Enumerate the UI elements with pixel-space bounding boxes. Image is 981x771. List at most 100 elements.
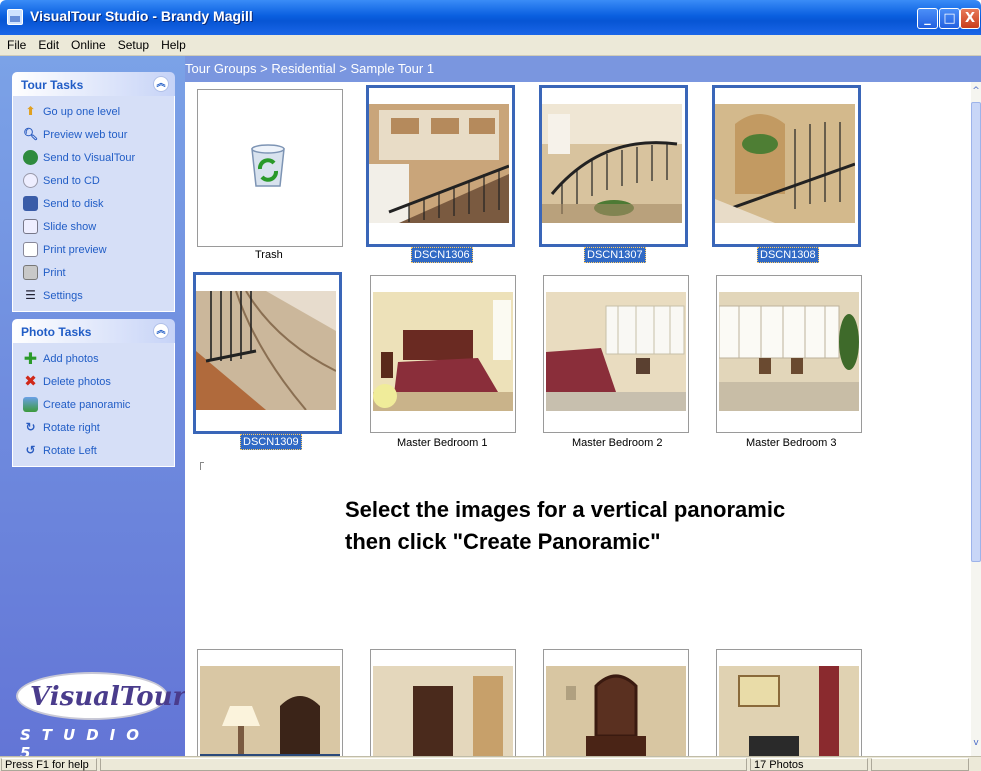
thumbnail-label: Master Bedroom 2 xyxy=(572,437,663,449)
folder-up-icon: ⬆ xyxy=(25,104,36,118)
task-send-to-cd[interactable]: Send to CD xyxy=(23,169,174,192)
app-icon[interactable] xyxy=(7,9,23,25)
menu-edit[interactable]: Edit xyxy=(31,35,64,52)
photo-tasks-title: Photo Tasks xyxy=(21,325,92,339)
minimize-button[interactable]: _ xyxy=(917,8,938,29)
task-send-to-visualtour[interactable]: Send to VisualTour xyxy=(23,146,174,169)
thumbnail-master-bedroom-1[interactable] xyxy=(370,275,516,433)
scrollbar-thumb[interactable] xyxy=(971,102,981,562)
task-create-panoramic[interactable]: Create panoramic xyxy=(23,393,174,416)
task-print-preview[interactable]: Print preview xyxy=(23,238,174,261)
collapse-icon[interactable]: ︽ xyxy=(153,323,169,339)
photo-master-bedroom-2 xyxy=(546,292,686,411)
task-print[interactable]: Print xyxy=(23,261,174,284)
globe-icon xyxy=(23,150,38,165)
photo-bedroom-tv xyxy=(719,666,859,756)
instruction-text: Select the images for a vertical panoram… xyxy=(345,494,785,558)
menu-bar: File Edit Online Setup Help xyxy=(0,35,981,56)
thumbnail-label: DSCN1308 xyxy=(757,247,819,263)
thumbnail-label: Trash xyxy=(255,249,283,261)
menu-file[interactable]: File xyxy=(0,35,31,52)
task-delete-photos[interactable]: ✖ Delete photos xyxy=(23,370,174,393)
thumbnail-bedroom-lamp[interactable] xyxy=(197,649,343,756)
task-label: Send to CD xyxy=(43,174,100,187)
thumbnail-bedroom-tv[interactable] xyxy=(716,649,862,756)
print-preview-icon xyxy=(23,242,38,257)
scroll-up-arrow-icon[interactable]: ^ xyxy=(971,86,981,100)
breadcrumb-text: Tour Groups > Residential > Sample Tour … xyxy=(185,61,435,76)
task-preview-web-tour[interactable]: 🔍︎ Preview web tour xyxy=(23,123,174,146)
vertical-scrollbar[interactable]: ^ v xyxy=(971,82,981,756)
tour-tasks-title: Tour Tasks xyxy=(21,78,84,92)
photo-master-bedroom-1 xyxy=(373,292,513,411)
task-rotate-left[interactable]: ↺ Rotate Left xyxy=(23,439,174,462)
task-label: Send to disk xyxy=(43,197,104,210)
task-label: Settings xyxy=(43,289,83,302)
task-rotate-right[interactable]: ↻ Rotate right xyxy=(23,416,174,439)
settings-list-icon: ☰ xyxy=(25,288,36,302)
instruction-line-2: then click "Create Panoramic" xyxy=(345,529,661,554)
thumbnail-bedroom-dresser[interactable] xyxy=(543,649,689,756)
photo-marble-steps xyxy=(196,291,336,410)
cd-icon xyxy=(23,173,38,188)
instruction-line-1: Select the images for a vertical panoram… xyxy=(345,497,786,522)
thumbnail-label: DSCN1307 xyxy=(584,247,646,263)
menu-online[interactable]: Online xyxy=(64,35,111,52)
plus-icon: ✚ xyxy=(23,349,38,368)
thumbnail-dscn1307[interactable] xyxy=(539,85,688,247)
task-settings[interactable]: ☰ Settings xyxy=(23,284,174,307)
thumbnail-label: Master Bedroom 3 xyxy=(746,437,837,449)
task-go-up[interactable]: ⬆ Go up one level xyxy=(23,100,174,123)
status-help-text: Press F1 for help xyxy=(1,758,97,771)
maximize-button[interactable]: □ xyxy=(939,8,960,29)
photo-bedroom-armoire xyxy=(373,666,513,756)
photo-curved-staircase xyxy=(542,104,682,223)
visualtour-logo: VisualTour STUDIO 5 xyxy=(16,672,186,762)
status-extra-pane xyxy=(871,758,969,771)
close-button[interactable]: X xyxy=(960,8,980,29)
task-slide-show[interactable]: Slide show xyxy=(23,215,174,238)
thumbnail-label: DSCN1309 xyxy=(240,434,302,450)
task-label: Go up one level xyxy=(43,105,121,118)
task-label: Send to VisualTour xyxy=(43,151,136,164)
photo-tasks-panel: Photo Tasks ︽ ✚ Add photos ✖ Delete photos… xyxy=(12,319,175,467)
thumbnail-dscn1308[interactable] xyxy=(712,85,861,247)
task-label: Rotate Left xyxy=(43,444,97,457)
task-label: Create panoramic xyxy=(43,398,131,411)
thumbnail-bedroom-armoire[interactable] xyxy=(370,649,516,756)
printer-icon xyxy=(23,265,38,280)
thumbnail-dscn1306[interactable] xyxy=(366,85,515,247)
photo-tasks-header[interactable]: Photo Tasks ︽ xyxy=(12,319,175,343)
title-bar[interactable]: VisualTour Studio - Brandy Magill _ □ X xyxy=(0,0,981,35)
task-send-to-disk[interactable]: Send to disk xyxy=(23,192,174,215)
photo-grid: Trash DSCN1306 DSCN1307 DSCN1308 DSCN130… xyxy=(185,82,971,756)
collapse-icon[interactable]: ︽ xyxy=(153,76,169,92)
tour-tasks-header[interactable]: Tour Tasks ︽ xyxy=(12,72,175,96)
thumbnail-dscn1309[interactable] xyxy=(193,272,342,434)
rotate-left-icon: ↺ xyxy=(25,443,36,457)
floppy-disk-icon xyxy=(23,196,38,211)
task-add-photos[interactable]: ✚ Add photos xyxy=(23,347,174,370)
task-sidebar: Tour Tasks ︽ ⬆ Go up one level 🔍︎ Preview … xyxy=(0,56,186,762)
task-label: Add photos xyxy=(43,352,99,365)
recycle-bin-icon xyxy=(251,144,285,187)
photo-master-bedroom-3 xyxy=(719,292,859,411)
thumbnail-master-bedroom-2[interactable] xyxy=(543,275,689,433)
magnifier-icon: 🔍︎ xyxy=(23,127,39,141)
thumbnail-label: DSCN1306 xyxy=(411,247,473,263)
breadcrumb[interactable]: Tour Groups > Residential > Sample Tour … xyxy=(185,56,981,82)
task-label: Preview web tour xyxy=(43,128,128,141)
status-bar: Press F1 for help 17 Photos xyxy=(0,756,981,771)
task-label: Print xyxy=(43,266,66,279)
scroll-down-arrow-icon[interactable]: v xyxy=(971,738,981,752)
visualtour-window: VisualTour Studio - Brandy Magill _ □ X … xyxy=(0,0,981,771)
task-label: Slide show xyxy=(43,220,97,233)
task-label: Delete photos xyxy=(43,375,111,388)
thumbnail-master-bedroom-3[interactable] xyxy=(716,275,862,433)
photo-bedroom-dresser xyxy=(546,666,686,756)
menu-setup[interactable]: Setup xyxy=(111,35,154,52)
photo-bedroom-lamp xyxy=(200,666,340,756)
monitor-icon xyxy=(23,219,38,234)
menu-help[interactable]: Help xyxy=(154,35,191,52)
thumbnail-trash[interactable] xyxy=(197,89,343,247)
